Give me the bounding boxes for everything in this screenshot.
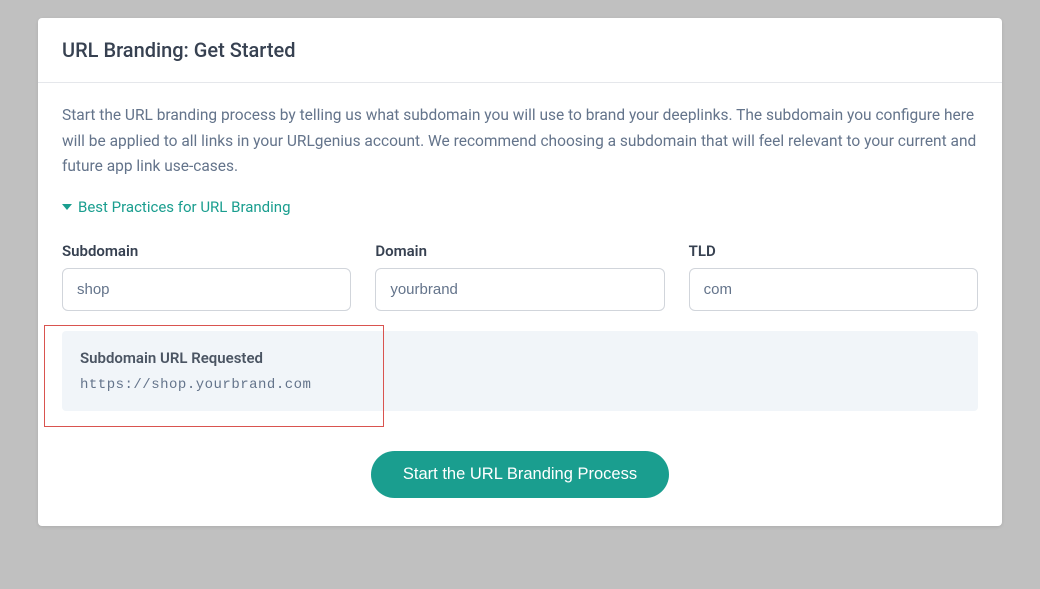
tld-input[interactable]	[689, 268, 978, 311]
subdomain-field: Subdomain	[62, 242, 351, 311]
page-title: URL Branding: Get Started	[62, 38, 978, 62]
subdomain-label: Subdomain	[62, 242, 351, 260]
best-practices-toggle[interactable]: Best Practices for URL Branding	[62, 198, 978, 216]
url-branding-card: URL Branding: Get Started Start the URL …	[38, 18, 1002, 526]
intro-text: Start the URL branding process by tellin…	[62, 103, 978, 180]
fields-row: Subdomain Domain TLD	[62, 242, 978, 311]
card-header: URL Branding: Get Started	[38, 18, 1002, 83]
highlight-rectangle	[44, 325, 384, 427]
result-box: Subdomain URL Requested https://shop.you…	[62, 331, 978, 411]
subdomain-input[interactable]	[62, 268, 351, 311]
result-url: https://shop.yourbrand.com	[80, 377, 960, 393]
domain-input[interactable]	[375, 268, 664, 311]
card-body: Start the URL branding process by tellin…	[38, 83, 1002, 526]
result-title: Subdomain URL Requested	[80, 349, 960, 367]
domain-field: Domain	[375, 242, 664, 311]
tld-field: TLD	[689, 242, 978, 311]
best-practices-label: Best Practices for URL Branding	[78, 198, 291, 216]
tld-label: TLD	[689, 242, 978, 260]
action-row: Start the URL Branding Process	[62, 451, 978, 498]
start-branding-button[interactable]: Start the URL Branding Process	[371, 451, 669, 498]
chevron-down-icon	[62, 204, 72, 210]
domain-label: Domain	[375, 242, 664, 260]
